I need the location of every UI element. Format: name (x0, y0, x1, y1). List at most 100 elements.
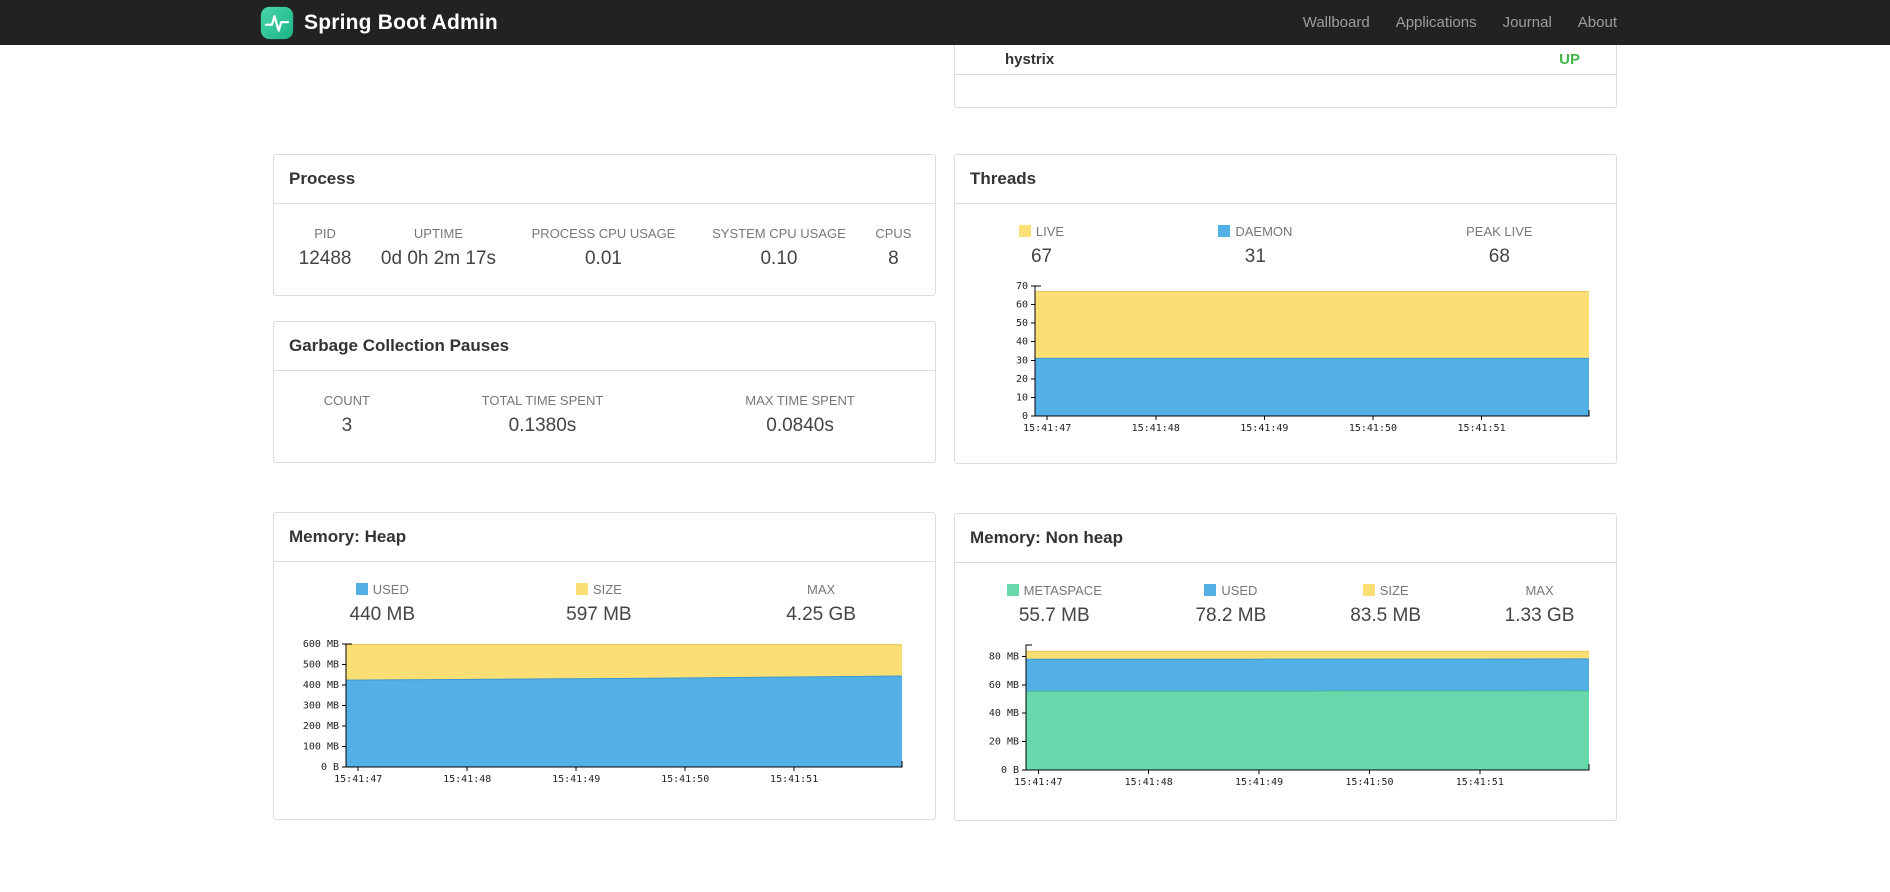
stat-value: 31 (1244, 246, 1266, 267)
svg-text:15:41:48: 15:41:48 (443, 774, 491, 785)
navbar: Spring Boot Admin Wallboard Applications… (0, 0, 1890, 45)
svg-text:15:41:47: 15:41:47 (1023, 423, 1071, 434)
stat-label: SYSTEM CPU USAGE (712, 226, 846, 241)
svg-text:100 MB: 100 MB (303, 742, 339, 753)
svg-text:15:41:51: 15:41:51 (1456, 777, 1504, 788)
memory-heap-panel-title: Memory: Heap (274, 513, 935, 562)
stat-value: 0.01 (584, 248, 622, 269)
nonheap-chart: 0 B 20 MB 40 MB 60 MB 80 MB 15:41:47 15:41:48 1… (989, 644, 1590, 788)
left-column: Process PID UPTIME PROCESS CPU USAGE SYS… (273, 45, 936, 821)
nav-link-wallboard[interactable]: Wallboard (1290, 14, 1383, 31)
process-stats: PID UPTIME PROCESS CPU USAGE SYSTEM CPU … (286, 226, 923, 270)
legend-item-used: USED (1153, 583, 1308, 598)
used-swatch-icon (1204, 584, 1217, 596)
legend-item-size: SIZE (491, 582, 708, 597)
stat-value: 0d 0h 2m 17s (380, 248, 497, 269)
stat-value: 440 MB (349, 604, 416, 625)
stat-value: 0.0840s (766, 415, 834, 436)
stat-value: 597 MB (566, 604, 632, 625)
svg-text:15:41:50: 15:41:50 (661, 774, 709, 785)
right-column: hystrix UP Threads LIVE DAEMON PEAK LIVE… (954, 45, 1617, 821)
status-badge: UP (1559, 50, 1580, 68)
svg-text:500 MB: 500 MB (303, 660, 339, 671)
application-row-hystrix[interactable]: hystrix UP (955, 45, 1616, 75)
brand[interactable]: Spring Boot Admin (260, 6, 498, 40)
svg-text:20: 20 (1016, 374, 1028, 385)
stat-label: PROCESS CPU USAGE (531, 226, 676, 241)
svg-text:15:41:48: 15:41:48 (1125, 777, 1173, 788)
threads-panel: Threads LIVE DAEMON PEAK LIVE 67 31 68 0… (954, 154, 1617, 464)
svg-text:300 MB: 300 MB (303, 701, 339, 712)
metaspace-swatch-icon (1006, 584, 1019, 596)
threads-legend: LIVE DAEMON PEAK LIVE 67 31 68 (955, 224, 1616, 268)
svg-text:60: 60 (1016, 300, 1028, 311)
used-swatch-icon (355, 583, 368, 595)
legend-item-max: MAX (806, 582, 836, 597)
stat-value: 8 (888, 248, 899, 269)
svg-text:15:41:47: 15:41:47 (1014, 777, 1062, 788)
svg-text:200 MB: 200 MB (303, 721, 339, 732)
stat-value: 67 (1030, 246, 1053, 267)
svg-text:15:41:49: 15:41:49 (1235, 777, 1283, 788)
memory-nonheap-panel: Memory: Non heap METASPACE USED SIZE MAX… (954, 513, 1617, 821)
nav-link-about[interactable]: About (1565, 14, 1630, 31)
svg-text:60 MB: 60 MB (989, 680, 1019, 691)
svg-text:15:41:50: 15:41:50 (1345, 777, 1393, 788)
process-panel-title: Process (274, 155, 935, 204)
svg-text:600 MB: 600 MB (303, 639, 339, 650)
stat-value: 78.2 MB (1195, 605, 1267, 626)
stat-value: 1.33 GB (1504, 605, 1575, 626)
stat-label: COUNT (323, 393, 370, 408)
legend-item-live: LIVE (955, 224, 1128, 239)
svg-text:400 MB: 400 MB (303, 680, 339, 691)
legend-item-max: MAX (1525, 583, 1554, 598)
memory-nonheap-legend: METASPACE USED SIZE MAX 55.7 MB 78.2 MB … (955, 583, 1616, 627)
legend-item-peak-live: PEAK LIVE (1466, 224, 1533, 239)
nav-links: Wallboard Applications Journal About (1290, 14, 1630, 31)
application-name: hystrix (1005, 50, 1055, 68)
stat-label: TOTAL TIME SPENT (481, 393, 604, 408)
svg-text:70: 70 (1016, 281, 1028, 292)
svg-text:30: 30 (1016, 355, 1028, 366)
svg-text:80 MB: 80 MB (989, 651, 1019, 662)
memory-heap-legend: USED SIZE MAX 440 MB 597 MB 4.25 GB (274, 582, 935, 626)
threads-panel-title: Threads (955, 155, 1616, 204)
memory-nonheap-panel-title: Memory: Non heap (955, 514, 1616, 563)
size-swatch-icon (575, 583, 588, 595)
stat-label: PID (314, 226, 336, 241)
svg-text:15:41:51: 15:41:51 (770, 774, 818, 785)
spring-boot-admin-logo-icon (260, 6, 294, 40)
stat-value: 4.25 GB (786, 604, 856, 625)
svg-text:15:41:47: 15:41:47 (334, 774, 382, 785)
applications-panel: hystrix UP (954, 45, 1617, 108)
stat-value: 55.7 MB (1018, 605, 1090, 626)
svg-text:50: 50 (1016, 318, 1028, 329)
svg-text:15:41:48: 15:41:48 (1132, 423, 1180, 434)
gc-panel: Garbage Collection Pauses COUNT TOTAL TI… (273, 321, 936, 463)
threads-chart: 0 10 20 30 40 50 60 70 15:41:47 15:41:48 15:41:49 1… (1016, 281, 1590, 434)
main-content: Process PID UPTIME PROCESS CPU USAGE SYS… (273, 45, 1617, 821)
svg-text:15:41:50: 15:41:50 (1349, 423, 1397, 434)
svg-text:15:41:51: 15:41:51 (1457, 423, 1505, 434)
process-panel: Process PID UPTIME PROCESS CPU USAGE SYS… (273, 154, 936, 296)
svg-text:20 MB: 20 MB (989, 737, 1019, 748)
gc-stats: COUNT TOTAL TIME SPENT MAX TIME SPENT 3 … (286, 393, 923, 437)
svg-text:15:41:49: 15:41:49 (552, 774, 600, 785)
heap-chart: 0 B 100 MB 200 MB 300 MB 400 MB 500 MB 600 MB 1… (303, 639, 903, 785)
svg-text:40: 40 (1016, 337, 1028, 348)
size-swatch-icon (1362, 584, 1375, 596)
legend-item-daemon: DAEMON (1128, 224, 1383, 239)
live-swatch-icon (1018, 225, 1031, 237)
legend-item-metaspace: METASPACE (955, 583, 1153, 598)
stat-value: 83.5 MB (1350, 605, 1422, 626)
stat-value: 3 (341, 415, 353, 436)
svg-text:0 B: 0 B (1001, 765, 1019, 776)
stat-value: 0.10 (760, 248, 798, 269)
svg-text:40 MB: 40 MB (989, 708, 1019, 719)
svg-text:15:41:49: 15:41:49 (1240, 423, 1288, 434)
gc-panel-title: Garbage Collection Pauses (274, 322, 935, 371)
nav-link-applications[interactable]: Applications (1383, 14, 1490, 31)
nav-link-journal[interactable]: Journal (1490, 14, 1565, 31)
svg-text:0: 0 (1022, 411, 1028, 422)
stat-value: 0.1380s (508, 415, 577, 436)
